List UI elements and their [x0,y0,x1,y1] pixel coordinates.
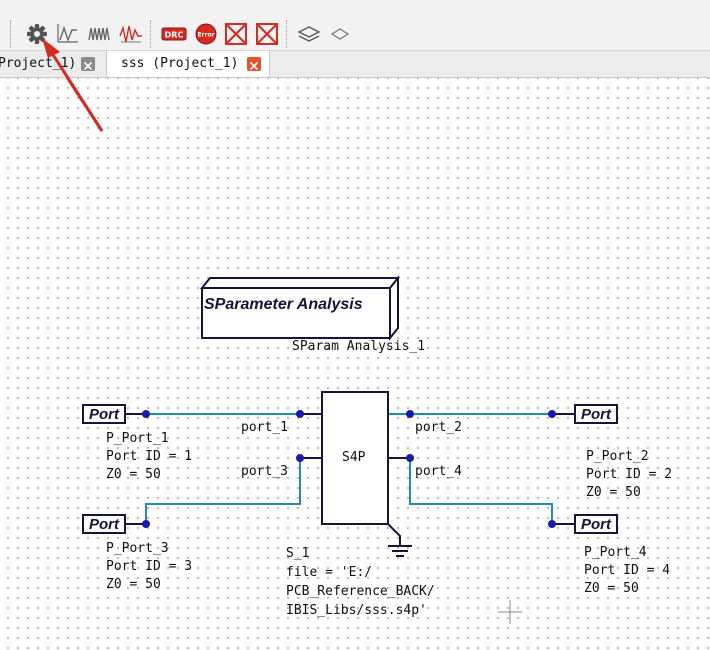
pin-label-port-4: port_4 [415,464,462,479]
toolbar: DRC Error [0,0,710,51]
node [548,520,556,528]
tab-sss-project-1[interactable]: sss (Project_1) [106,51,270,77]
port-2-z0: Z0 = 50 [586,485,641,500]
drc-button[interactable]: DRC [160,20,188,48]
node [406,410,414,418]
port-3-symbol[interactable]: Port [82,514,126,534]
component-file-line-2: PCB_Reference_BACK/ [286,584,435,599]
tab-bar: Project_1) sss (Project_1) [0,51,710,78]
waveform-error-icon [119,25,142,43]
close-icon[interactable] [81,57,95,71]
ground-icon [387,523,412,557]
node [142,410,150,418]
pin-label-port-3: port_3 [241,464,288,479]
pin-label-port-2: port_2 [415,420,462,435]
box-cross-icon [225,23,247,45]
port-2-name: P_Port_2 [586,449,649,464]
drc-icon: DRC [161,27,187,41]
sparameter-analysis-title: SParameter Analysis [204,296,363,313]
node [296,410,304,418]
node [406,454,414,462]
component-instance-name: S_1 [286,546,310,561]
error-button[interactable]: Error [192,20,220,48]
toolbar-separator [10,20,13,48]
svg-text:DRC: DRC [165,31,184,40]
svg-text:Error: Error [197,32,214,39]
port-4-symbol[interactable]: Port [574,514,618,534]
port-3-name: P_Port_3 [106,541,169,556]
layers-icon [297,26,321,42]
waveform-button[interactable] [54,20,82,48]
waveform-error-button[interactable] [117,20,145,48]
close-icon[interactable] [247,57,261,71]
pin-label-port-1: port_1 [241,420,288,435]
schematic-canvas[interactable]: SParameter Analysis SParam Analysis_1 Po… [0,78,710,650]
box-cross-icon [256,23,278,45]
port-4-id: Port ID = 4 [584,563,671,578]
port-2-symbol[interactable]: Port [574,404,618,424]
error-icon: Error [195,23,217,45]
toolbar-separator [150,20,153,48]
component-file-line-3: IBIS_Libs/sss.s4p' [286,603,427,618]
port-1-symbol[interactable]: Port [82,404,126,424]
tab-label: Project_1) [0,56,77,71]
delete-cross-button[interactable] [222,20,250,48]
waveform-icon [57,24,78,43]
tab-project-1[interactable]: Project_1) [0,51,102,77]
node [142,520,150,528]
node [296,454,304,462]
port-1-id: Port ID = 1 [106,449,193,464]
node [548,410,556,418]
port-3-id: Port ID = 3 [106,559,193,574]
waveform-multi-button[interactable] [86,20,114,48]
red-arrow-annotation [65,78,104,132]
port-4-z0: Z0 = 50 [584,581,639,596]
port-4-name: P_Port_4 [584,545,647,560]
s4p-component-label: S4P [342,450,366,465]
port-3-z0: Z0 = 50 [106,577,161,592]
toolbar-separator [286,20,289,48]
analysis-instance-label: SParam Analysis_1 [292,339,426,354]
settings-button[interactable] [23,20,51,48]
diamond-icon [330,28,350,40]
waveform-multi-icon [88,27,110,41]
port-1-z0: Z0 = 50 [106,467,161,482]
delete-cross-button-2[interactable] [253,20,281,48]
diamond-button[interactable] [326,20,354,48]
port-2-id: Port ID = 2 [586,467,673,482]
crosshair-cursor-icon [498,600,522,624]
component-file-line-1: file = 'E:/ [286,565,373,580]
gear-icon [27,24,47,44]
port-1-name: P_Port_1 [106,431,169,446]
tab-label: sss (Project_1) [121,56,239,71]
layers-button[interactable] [295,20,323,48]
